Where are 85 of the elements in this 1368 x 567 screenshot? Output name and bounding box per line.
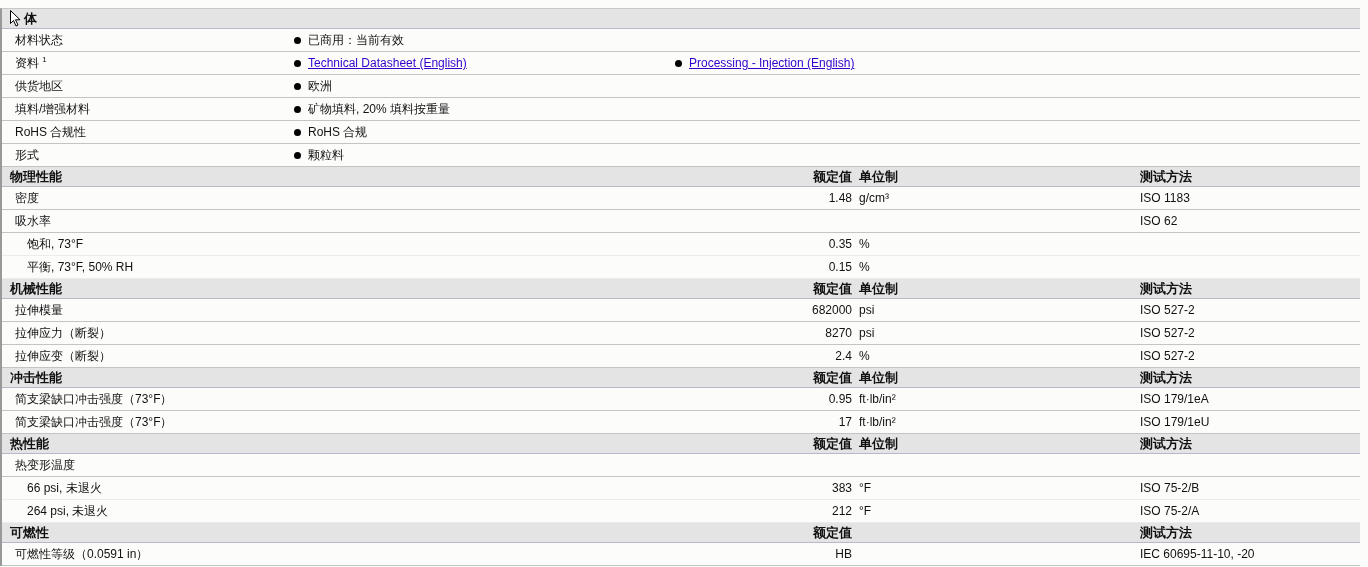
nominal-value: 2.4 <box>834 349 852 363</box>
nominal-value: HB <box>834 547 852 561</box>
section-title: 物理性能 <box>10 167 62 186</box>
property-label: 平衡, 73°F, 50% RH <box>26 258 135 276</box>
property-label: 264 psi, 未退火 <box>26 502 110 520</box>
column-heading: 单位制 <box>858 434 899 453</box>
cursor-icon <box>10 10 21 27</box>
property-label: 形式 <box>14 146 40 164</box>
bullet-icon <box>294 59 301 67</box>
nominal-value: 682000 <box>810 303 852 317</box>
column-heading: 测试方法 <box>1140 167 1193 186</box>
property-value: 已商用：当前有效 <box>308 31 404 49</box>
unit-text: % <box>858 260 871 274</box>
property-label: 拉伸应变（断裂） <box>14 347 112 365</box>
unit-text: % <box>858 237 871 251</box>
property-value: RoHS 合规 <box>308 123 368 141</box>
property-label: 简支梁缺口冲击强度（73°F） <box>14 413 174 431</box>
datasheet-link[interactable]: Processing - Injection (English) <box>689 56 855 70</box>
column-heading: 测试方法 <box>1140 368 1193 387</box>
section-title: 可燃性 <box>10 523 49 542</box>
column-heading: 额定值 <box>812 167 852 186</box>
nominal-value: 0.35 <box>827 237 852 251</box>
unit-text: °F <box>858 481 873 495</box>
column-heading: 单位制 <box>858 368 899 387</box>
bullet-icon <box>294 151 301 159</box>
unit-text: g/cm³ <box>858 191 890 205</box>
test-method: ISO 527-2 <box>1140 349 1196 363</box>
unit-text: ft·lb/in² <box>858 392 897 406</box>
section-title: 热性能 <box>10 434 49 453</box>
section-title: 冲击性能 <box>10 368 62 387</box>
column-heading: 额定值 <box>812 368 852 387</box>
nominal-value: 383 <box>830 481 852 495</box>
bullet-icon <box>675 59 682 67</box>
unit-text: psi <box>858 303 876 317</box>
nominal-value: 17 <box>837 415 852 429</box>
section-title: 机械性能 <box>10 279 62 298</box>
test-method: IEC 60695-11-10, -20 <box>1140 547 1256 561</box>
datasheet-link[interactable]: Technical Datasheet (English) <box>308 56 467 70</box>
property-label: 66 psi, 未退火 <box>26 479 103 497</box>
column-heading: 测试方法 <box>1140 434 1193 453</box>
nominal-value: 8270 <box>824 326 852 340</box>
bullet-icon <box>294 105 301 113</box>
property-label: 拉伸模量 <box>14 301 64 319</box>
bullet-icon <box>294 82 301 90</box>
property-label: 可燃性等级（0.0591 in） <box>14 545 150 563</box>
column-heading: 额定值 <box>812 434 852 453</box>
test-method: ISO 527-2 <box>1140 303 1196 317</box>
column-heading: 单位制 <box>858 279 899 298</box>
bullet-icon <box>294 128 301 136</box>
property-label: 简支梁缺口冲击强度（73°F） <box>14 390 174 408</box>
property-label: RoHS 合规性 <box>14 123 88 141</box>
property-label: 材料状态 <box>14 31 64 49</box>
unit-text: ft·lb/in² <box>858 415 897 429</box>
property-label: 填料/增强材料 <box>14 100 92 118</box>
test-method: ISO 179/1eA <box>1140 392 1210 406</box>
column-heading: 测试方法 <box>1140 523 1193 542</box>
property-label: 拉伸应力（断裂） <box>14 324 112 342</box>
test-method: ISO 75-2/A <box>1140 504 1201 518</box>
unit-text: psi <box>858 326 876 340</box>
property-label: 资料 $^{1}$ <box>14 54 48 72</box>
property-value: 欧洲 <box>308 77 332 95</box>
column-heading: 单位制 <box>858 167 899 186</box>
nominal-value: 212 <box>830 504 852 518</box>
property-label: 热变形温度 <box>14 456 76 474</box>
test-method: ISO 75-2/B <box>1140 481 1201 495</box>
nominal-value: 1.48 <box>827 191 852 205</box>
property-value: 矿物填料, 20% 填料按重量 <box>308 100 451 118</box>
unit-text: °F <box>858 504 873 518</box>
property-label: 饱和, 73°F <box>26 235 85 253</box>
test-method: ISO 527-2 <box>1140 326 1196 340</box>
property-label: 吸水率 <box>14 212 52 230</box>
section-title: 体 <box>24 9 37 28</box>
nominal-value: 0.95 <box>827 392 852 406</box>
bullet-icon <box>294 36 301 44</box>
unit-text: % <box>858 349 871 363</box>
property-value: 颗粒料 <box>308 146 344 164</box>
column-heading: 额定值 <box>812 279 852 298</box>
nominal-value: 0.15 <box>827 260 852 274</box>
test-method: ISO 179/1eU <box>1140 415 1211 429</box>
property-label: 供货地区 <box>14 77 64 95</box>
test-method: ISO 62 <box>1140 214 1179 228</box>
test-method: ISO 1183 <box>1140 191 1191 205</box>
column-heading: 测试方法 <box>1140 279 1193 298</box>
column-heading: 额定值 <box>812 523 852 542</box>
property-label: 密度 <box>14 189 40 207</box>
